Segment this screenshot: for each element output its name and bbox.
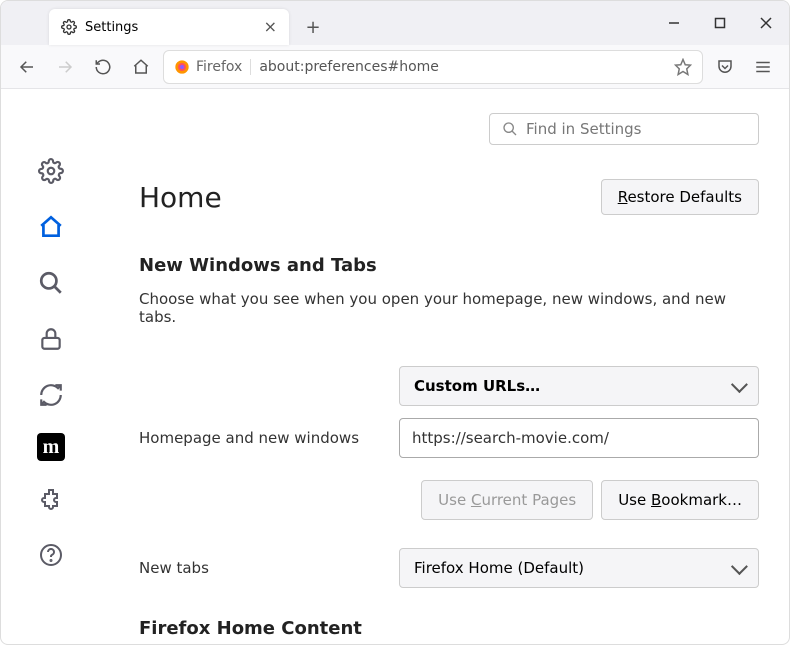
- search-icon: [502, 121, 518, 137]
- chevron-down-icon: [731, 558, 748, 575]
- firefox-icon: [174, 59, 190, 75]
- menu-icon[interactable]: [747, 51, 779, 83]
- sidebar-item-privacy[interactable]: [33, 321, 69, 357]
- window-maximize[interactable]: [697, 1, 743, 45]
- search-placeholder: Find in Settings: [526, 120, 641, 138]
- newtabs-value: Firefox Home (Default): [414, 559, 584, 577]
- newtabs-label: New tabs: [139, 559, 379, 577]
- sidebar-item-help[interactable]: [33, 537, 69, 573]
- sidebar-item-general[interactable]: [33, 153, 69, 189]
- sidebar-item-sync[interactable]: [33, 377, 69, 413]
- forward-button[interactable]: [49, 51, 81, 83]
- window-minimize[interactable]: [651, 1, 697, 45]
- homepage-mode-value: Custom URLs…: [414, 377, 540, 395]
- restore-defaults-button[interactable]: Restore Defaults: [601, 179, 759, 215]
- window-close[interactable]: [743, 1, 789, 45]
- bookmark-star-icon[interactable]: [674, 58, 692, 76]
- homepage-mode-select[interactable]: Custom URLs…: [399, 366, 759, 406]
- section-new-windows-desc: Choose what you see when you open your h…: [139, 290, 759, 326]
- sidebar-item-mozilla[interactable]: m: [37, 433, 65, 461]
- chevron-down-icon: [731, 376, 748, 393]
- section-new-windows-title: New Windows and Tabs: [139, 255, 759, 276]
- sidebar-item-home[interactable]: [33, 209, 69, 245]
- tab-settings[interactable]: Settings ×: [49, 9, 289, 45]
- gear-icon: [61, 19, 77, 35]
- search-settings-input[interactable]: Find in Settings: [489, 113, 759, 145]
- reload-button[interactable]: [87, 51, 119, 83]
- section-home-content-title: Firefox Home Content: [139, 618, 759, 639]
- back-button[interactable]: [11, 51, 43, 83]
- sidebar-item-search[interactable]: [33, 265, 69, 301]
- homepage-url-input[interactable]: [399, 418, 759, 458]
- url-text: about:preferences#home: [259, 59, 666, 75]
- newtabs-select[interactable]: Firefox Home (Default): [399, 548, 759, 588]
- sidebar-item-extensions[interactable]: [33, 481, 69, 517]
- homepage-label: Homepage and new windows: [139, 429, 379, 447]
- pocket-icon[interactable]: [709, 51, 741, 83]
- use-bookmark-button[interactable]: Use Bookmark…: [601, 480, 759, 520]
- home-button[interactable]: [125, 51, 157, 83]
- use-current-pages-button[interactable]: Use Current Pages: [421, 480, 593, 520]
- identity-label: Firefox: [196, 59, 242, 75]
- page-title: Home: [139, 181, 222, 214]
- close-tab-icon[interactable]: ×: [264, 19, 277, 35]
- url-bar[interactable]: Firefox about:preferences#home: [163, 50, 703, 84]
- new-tab-button[interactable]: +: [297, 11, 329, 43]
- tab-title: Settings: [85, 20, 138, 35]
